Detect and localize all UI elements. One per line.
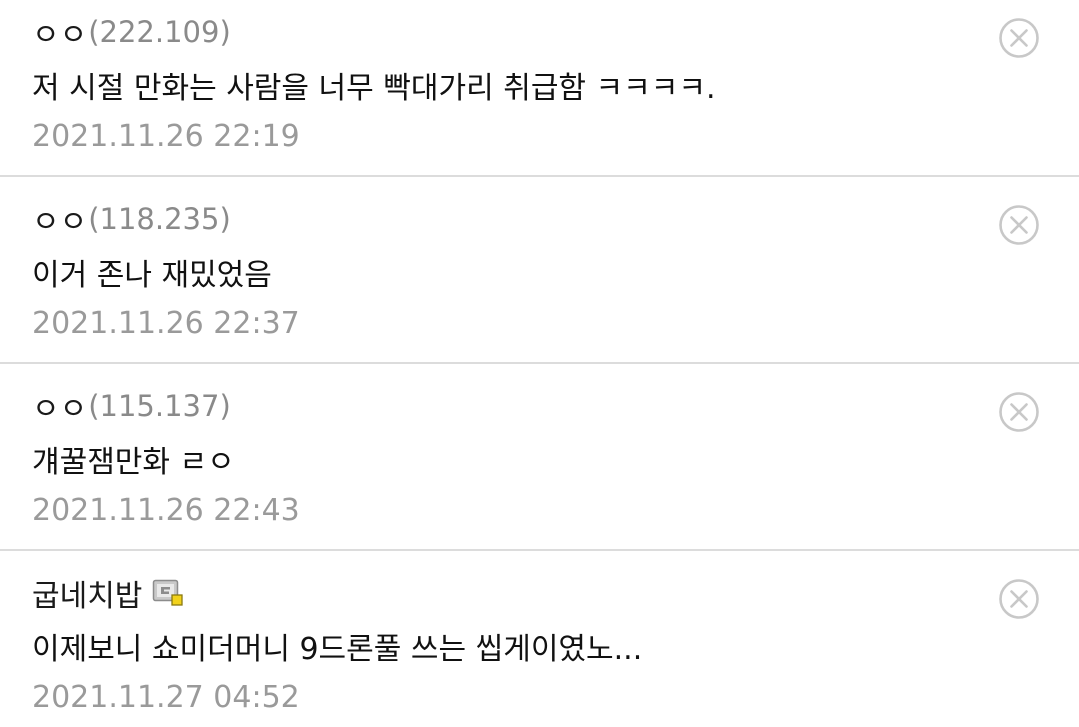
close-circle-icon: [999, 18, 1039, 58]
comment-author[interactable]: ㅇㅇ (118.235): [32, 201, 231, 240]
comment-text: 저 시절 만화는 사람을 너무 빡대가리 취급함 ㅋㅋㅋㅋ.: [32, 71, 716, 106]
comment-nickname[interactable]: 굽네치밥: [32, 571, 142, 615]
delete-comment-button[interactable]: [998, 17, 1040, 59]
comment-nickname[interactable]: ㅇㅇ: [32, 10, 87, 54]
comment-ip: (222.109): [88, 15, 231, 49]
comment-text: 걔꿀잼만화 ㄹㅇ: [32, 445, 235, 480]
comment-timestamp: 2021.11.26 22:43: [32, 493, 300, 528]
comment-timestamp: 2021.11.27 04:52: [32, 680, 300, 715]
comment-text: 이거 존나 재밌었음: [32, 258, 272, 293]
comment-item: 굽네치밥 이제보니 쇼미더머니 9드론풀 쓰는 씹게이였노... 2021.11…: [0, 561, 1079, 727]
delete-comment-button[interactable]: [998, 204, 1040, 246]
comment-ip: (118.235): [88, 202, 231, 236]
comment-item: ㅇㅇ (222.109) 저 시절 만화는 사람을 너무 빡대가리 취급함 ㅋㅋ…: [0, 0, 1079, 187]
delete-comment-button[interactable]: [998, 391, 1040, 433]
comment-ip: (115.137): [88, 389, 231, 423]
comment-author[interactable]: 굽네치밥: [32, 575, 184, 614]
close-circle-icon: [999, 205, 1039, 245]
comment-timestamp: 2021.11.26 22:19: [32, 119, 300, 154]
comment-author[interactable]: ㅇㅇ (222.109): [32, 14, 231, 53]
comment-item: ㅇㅇ (118.235) 이거 존나 재밌었음 2021.11.26 22:37: [0, 187, 1079, 374]
comment-divider: [0, 362, 1079, 364]
comment-list: ㅇㅇ (222.109) 저 시절 만화는 사람을 너무 빡대가리 취급함 ㅋㅋ…: [0, 0, 1079, 727]
comment-timestamp: 2021.11.26 22:37: [32, 306, 300, 341]
comment-author[interactable]: ㅇㅇ (115.137): [32, 388, 231, 427]
comment-divider: [0, 549, 1079, 551]
close-circle-icon: [999, 579, 1039, 619]
comment-nickname[interactable]: ㅇㅇ: [32, 197, 87, 241]
comment-text: 이제보니 쇼미더머니 9드론풀 쓰는 씹게이였노...: [32, 632, 643, 667]
comment-divider: [0, 175, 1079, 177]
comment-nickname[interactable]: ㅇㅇ: [32, 384, 87, 428]
fixed-nick-gallog-icon[interactable]: [152, 578, 184, 608]
close-circle-icon: [999, 392, 1039, 432]
comment-item: ㅇㅇ (115.137) 걔꿀잼만화 ㄹㅇ 2021.11.26 22:43: [0, 374, 1079, 561]
delete-comment-button[interactable]: [998, 578, 1040, 620]
